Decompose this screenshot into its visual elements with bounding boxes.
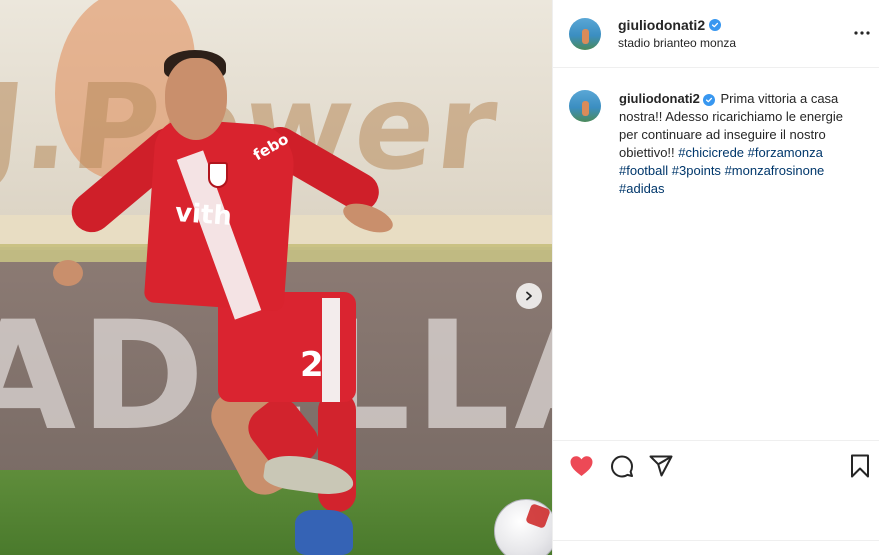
hashtag-link[interactable]: #chicicrede [678,145,744,160]
verified-badge-icon [702,94,715,106]
header-username[interactable]: giuliodonati2 [618,17,705,33]
post-side-panel: giuliodonati2 stadio brianteo monza giul… [552,0,879,555]
hashtag-link[interactable]: #forzamonza [748,145,823,160]
more-options-button[interactable] [853,24,871,42]
paper-plane-icon [649,455,673,477]
post-caption: giuliodonati2 Prima vittoria a casa nost… [569,90,869,198]
hashtag-link[interactable]: #adidas [619,181,665,196]
avatar[interactable] [569,17,601,50]
hashtag-link[interactable]: #monzafrosinone [725,163,825,178]
avatar-figure [582,28,589,44]
share-button[interactable] [648,453,674,479]
header-user-row: giuliodonati2 [618,17,736,33]
like-button[interactable] [568,453,594,479]
header-text: giuliodonati2 stadio brianteo monza [618,17,736,50]
hashtag-link[interactable]: #football [619,163,668,178]
shorts-number: 2 [300,345,324,385]
heart-icon [570,456,592,476]
caption-avatar[interactable] [569,90,601,122]
chevron-right-icon [526,291,532,301]
hashtag-link[interactable]: #3points [672,163,721,178]
verified-badge-icon [709,19,722,31]
post-actions-bar [553,440,879,492]
shorts-stripe [322,298,340,402]
jersey-crest [208,162,228,188]
player-left-hand [53,260,83,286]
avatar-figure [582,101,589,116]
post-photo[interactable]: J.Power ADELLA 2 vith febo [0,0,552,555]
more-options-icon [854,31,870,35]
bookmark-icon [851,454,869,478]
jersey-sponsor-main: vith [174,198,233,232]
post-header: giuliodonati2 stadio brianteo monza [553,0,879,68]
next-image-button[interactable] [516,283,542,309]
panel-divider [553,540,879,541]
header-location[interactable]: stadio brianteo monza [618,36,736,50]
player-right-boot [295,510,353,555]
player-head [165,58,227,140]
save-button[interactable] [847,453,873,479]
caption-text-block: giuliodonati2 Prima vittoria a casa nost… [619,90,859,198]
comment-button[interactable] [609,453,635,479]
instagram-post: J.Power ADELLA 2 vith febo [0,0,879,555]
comment-icon [611,455,633,478]
caption-username[interactable]: giuliodonati2 [619,91,700,106]
